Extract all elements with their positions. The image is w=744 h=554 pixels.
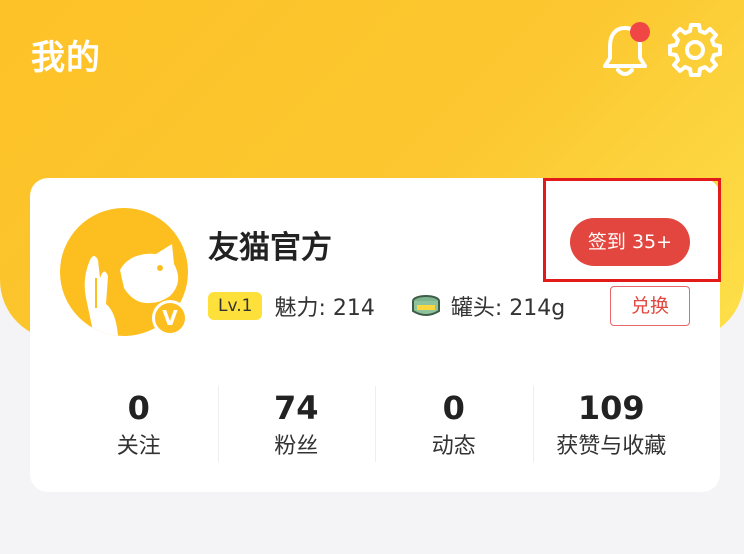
posts-count[interactable]: 0 动态 [375, 386, 533, 466]
can-icon [411, 295, 440, 316]
following-count[interactable]: 0 关注 [60, 386, 218, 466]
likes-favorites-count[interactable]: 109 获赞与收藏 [532, 386, 691, 466]
level-badge: Lv.1 [208, 292, 263, 320]
gear-icon [668, 23, 722, 77]
verified-icon: V [152, 300, 188, 336]
exchange-button[interactable]: 兑换 [610, 286, 690, 326]
charm-value: 魅力: 214 [274, 296, 375, 321]
checkin-button[interactable]: 签到 35+ [570, 218, 690, 266]
profile-card: V 友猫官方 Lv.1 魅力: 214 罐头: 214g 签到 35+ 兑换 0… [30, 178, 721, 492]
count-value: 74 [273, 389, 319, 427]
count-value: 109 [577, 389, 645, 427]
settings-button[interactable] [668, 22, 722, 78]
count-label: 关注 [116, 434, 161, 459]
cans-value: 罐头: 214g [450, 296, 566, 321]
count-label: 获赞与收藏 [556, 434, 667, 459]
counts-row: 0 关注 74 粉丝 0 动态 109 获赞与收藏 [60, 386, 690, 466]
count-label: 动态 [431, 434, 476, 459]
followers-count[interactable]: 74 粉丝 [217, 386, 376, 466]
count-value: 0 [442, 389, 465, 427]
page-title: 我的 [31, 38, 101, 78]
count-value: 0 [127, 389, 150, 427]
count-label: 粉丝 [274, 434, 319, 459]
notification-dot [630, 22, 650, 42]
username: 友猫官方 [208, 230, 332, 266]
user-stats-row: Lv.1 魅力: 214 罐头: 214g [208, 290, 565, 322]
